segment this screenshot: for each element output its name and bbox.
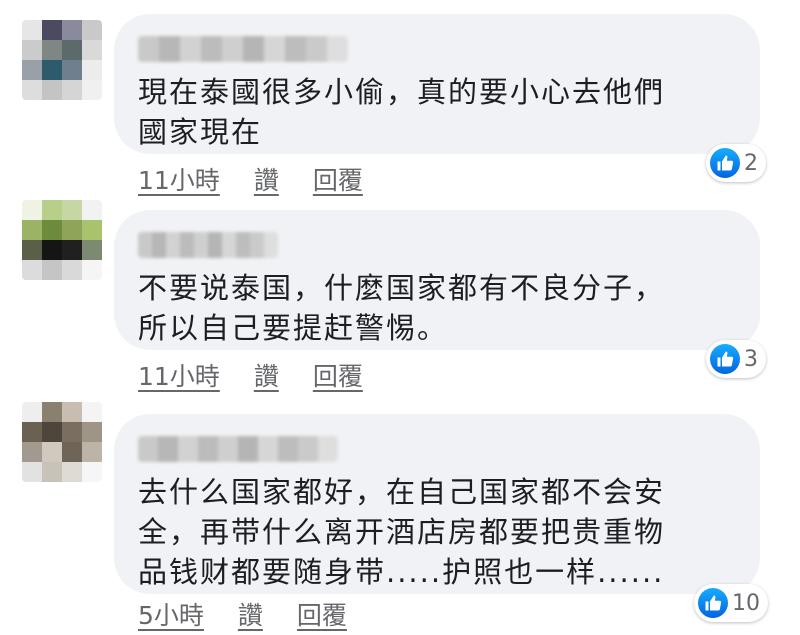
avatar-pixel (22, 220, 42, 240)
thumbs-up-icon (710, 148, 740, 178)
reaction-badge[interactable]: 3 (706, 340, 766, 378)
avatar-pixel (82, 422, 102, 442)
avatar-pixel (62, 20, 82, 40)
avatar-pixel (22, 422, 42, 442)
avatar-pixel (42, 240, 62, 260)
avatar[interactable] (22, 402, 102, 482)
commenter-name[interactable] (138, 436, 338, 462)
avatar-pixel (42, 220, 62, 240)
avatar-pixel (22, 260, 42, 280)
avatar-pixel (62, 422, 82, 442)
reply-button[interactable]: 回覆 (297, 596, 347, 632)
comment-actions: 5小時 讚 回覆 (138, 596, 347, 632)
comment-bubble: 現在泰國很多小偷，真的要小心去他們 國家現在 (114, 14, 760, 154)
avatar-pixel (42, 20, 62, 40)
avatar-pixel (62, 402, 82, 422)
avatar-pixel (62, 60, 82, 80)
avatar-pixel (82, 260, 102, 280)
avatar-pixel (42, 80, 62, 100)
comment-actions: 11小時 讚 回覆 (138, 161, 363, 197)
avatar-pixel (42, 442, 62, 462)
like-button[interactable]: 讚 (254, 357, 279, 393)
avatar-pixel (62, 40, 82, 60)
avatar-pixel (62, 260, 82, 280)
commenter-name[interactable] (138, 36, 348, 62)
comment-actions: 11小時 讚 回覆 (138, 357, 363, 393)
timestamp-link[interactable]: 11小時 (138, 357, 220, 393)
reaction-count: 10 (732, 590, 760, 616)
avatar-pixel (82, 40, 102, 60)
thumbs-up-icon (698, 588, 728, 618)
avatar-pixel (42, 200, 62, 220)
reaction-count: 2 (744, 150, 758, 176)
like-button[interactable]: 讚 (238, 596, 263, 632)
avatar-pixel (62, 240, 82, 260)
avatar-pixel (42, 40, 62, 60)
avatar-pixel (22, 442, 42, 462)
avatar-pixel (82, 402, 102, 422)
avatar-pixel (22, 462, 42, 482)
reaction-badge[interactable]: 2 (706, 144, 766, 182)
timestamp-link[interactable]: 5小時 (138, 596, 204, 632)
avatar-pixel (22, 20, 42, 40)
comment-text: 現在泰國很多小偷，真的要小心去他們 國家現在 (138, 75, 666, 149)
avatar[interactable] (22, 20, 102, 100)
avatar-pixel (42, 462, 62, 482)
avatar-pixel (42, 260, 62, 280)
comment-text: 不要说泰国，什麼国家都有不良分子， 所以自己要提赶警惕。 (138, 271, 666, 345)
avatar-pixel (62, 80, 82, 100)
avatar-pixel (62, 200, 82, 220)
comment-text: 去什么国家都好，在自己国家都不会安 全，再带什么离开酒店房都要把贵重物 品钱财都… (138, 475, 666, 589)
avatar-pixel (62, 442, 82, 462)
thumbs-up-icon (710, 344, 740, 374)
timestamp-link[interactable]: 11小時 (138, 161, 220, 197)
avatar-pixel (22, 200, 42, 220)
avatar-pixel (22, 80, 42, 100)
avatar-pixel (22, 240, 42, 260)
avatar-pixel (62, 220, 82, 240)
reply-button[interactable]: 回覆 (313, 357, 363, 393)
avatar-pixel (82, 80, 102, 100)
comment-bubble: 去什么国家都好，在自己国家都不会安 全，再带什么离开酒店房都要把贵重物 品钱财都… (114, 414, 760, 594)
avatar-pixel (22, 40, 42, 60)
avatar-pixel (82, 20, 102, 40)
reply-button[interactable]: 回覆 (313, 161, 363, 197)
avatar-pixel (22, 402, 42, 422)
like-button[interactable]: 讚 (254, 161, 279, 197)
avatar-pixel (82, 442, 102, 462)
avatar-pixel (82, 240, 102, 260)
comment-bubble: 不要说泰国，什麼国家都有不良分子， 所以自己要提赶警惕。 (114, 210, 760, 350)
avatar-pixel (42, 422, 62, 442)
avatar-pixel (82, 200, 102, 220)
avatar-pixel (82, 60, 102, 80)
avatar-pixel (82, 462, 102, 482)
commenter-name[interactable] (138, 232, 278, 258)
reaction-badge[interactable]: 10 (694, 584, 768, 622)
reaction-count: 3 (744, 346, 758, 372)
avatar[interactable] (22, 200, 102, 280)
avatar-pixel (22, 60, 42, 80)
avatar-pixel (62, 462, 82, 482)
avatar-pixel (42, 402, 62, 422)
avatar-pixel (82, 220, 102, 240)
avatar-pixel (42, 60, 62, 80)
